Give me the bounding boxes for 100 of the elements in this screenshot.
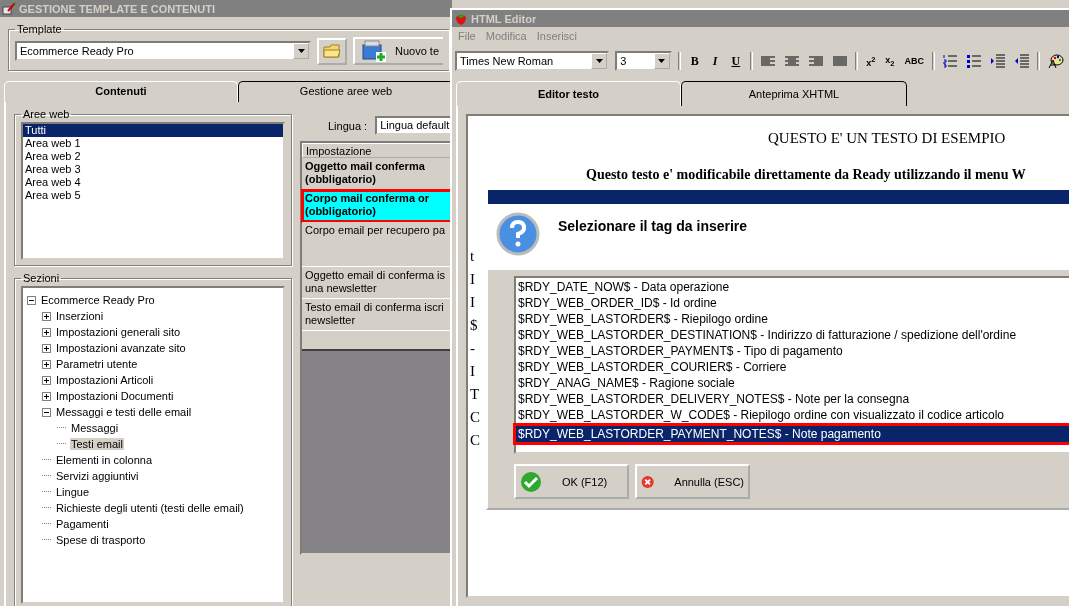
align-icon[interactable] [809, 55, 824, 67]
tree-item[interactable]: Lingue [55, 486, 91, 498]
dropdown-arrow-icon [297, 49, 305, 53]
tab[interactable]: Anteprima XHTML [681, 81, 907, 106]
align-icon[interactable] [761, 55, 776, 67]
table-cell[interactable]: Testo email di conferma iscri newsletter [302, 299, 452, 331]
language-field[interactable]: Lingua default [375, 116, 452, 135]
indent-icon[interactable] [991, 54, 1005, 68]
text-fragment: C [470, 431, 480, 450]
text-fragment: t [470, 247, 475, 266]
expand-icon[interactable] [42, 343, 51, 353]
box-plus-icon [361, 39, 387, 63]
new-template-button[interactable]: Nuovo te [353, 37, 444, 65]
list-item[interactable]: $RDY_WEB_LASTORDER_DELIVERY_NOTES$ - Note per la consegna [516, 391, 1069, 407]
list-item[interactable]: Area web 4 [23, 176, 283, 189]
list-item[interactable]: $RDY_DATE_NOW$ - Data operazione [516, 279, 1069, 295]
list-item[interactable]: $RDY_WEB_LASTORDER_PAYMENT_NOTES$ - Note pagamento [516, 426, 1069, 442]
tree-item[interactable]: Testi email [70, 438, 124, 450]
collapse-icon[interactable] [27, 295, 36, 305]
size-dropdown[interactable]: 3 [615, 51, 672, 71]
collapse-icon[interactable] [42, 407, 51, 417]
list-item[interactable]: $RDY_WEB_LASTORDER_W_CODE$ - Riepilogo ordine con visualizzato il codice articolo [516, 407, 1069, 423]
folder-icon [323, 43, 341, 59]
numbered-list-icon[interactable] [943, 54, 957, 68]
tree-item[interactable]: Parametri utente [55, 358, 139, 370]
list-item[interactable]: Area web 2 [23, 150, 283, 163]
table-cell[interactable]: Corpo email per recupero pa [302, 222, 452, 267]
text-fragment: I [470, 362, 475, 381]
list-item[interactable]: $RDY_WEB_LASTORDER_DESTINATION$ - Indirizzo di fatturazione / spedizione dell'ordine [516, 327, 1069, 343]
script-button[interactable]: x$^{2}$ [864, 54, 878, 68]
ok-button[interactable]: OK (F12) [514, 464, 629, 499]
tree-item[interactable]: Messaggi [70, 422, 120, 434]
dropdown-arrow-icon [658, 59, 666, 63]
tree-item[interactable]: Pagamenti [55, 518, 110, 530]
checkmark-icon [520, 470, 542, 493]
language-label: Lingua : [328, 119, 368, 132]
table-cell[interactable]: Oggetto mail conferma (obbligatorio) [302, 158, 452, 190]
text-fragment: T [470, 385, 480, 404]
list-item[interactable]: Area web 5 [23, 189, 283, 202]
text-fragment: $ [470, 316, 478, 335]
align-icon[interactable] [833, 55, 848, 67]
question-icon [496, 212, 540, 256]
expand-icon[interactable] [42, 391, 51, 401]
list-item[interactable]: Tutti [23, 124, 283, 137]
list-item[interactable]: $RDY_WEB_ORDER_ID$ - Id ordine [516, 295, 1069, 311]
format-button[interactable]: B [686, 53, 703, 69]
format-button[interactable]: I [708, 53, 722, 69]
align-icon[interactable] [785, 55, 800, 67]
tree-item[interactable]: Richieste degli utenti (testi delle email) [55, 502, 245, 514]
expand-icon[interactable] [42, 359, 51, 369]
document-heading: QUESTO E' UN TESTO DI ESEMPIO [768, 130, 1007, 147]
window-title: HTML Editor [471, 12, 537, 25]
expand-icon[interactable] [42, 327, 51, 337]
bullet-list-icon[interactable] [967, 54, 981, 68]
expand-icon[interactable] [42, 311, 51, 321]
text-fragment: I [470, 270, 475, 289]
palette-icon[interactable] [1048, 53, 1064, 69]
table-cell[interactable]: Corpo mail conferma or (obbligatorio) [302, 190, 452, 222]
tree-item[interactable]: Impostazioni Articoli [55, 374, 155, 386]
tree-item[interactable]: Spese di trasporto [55, 534, 147, 546]
tab[interactable]: Contenuti [4, 81, 238, 102]
tab[interactable]: Editor testo [456, 81, 681, 106]
open-folder-button[interactable] [317, 37, 347, 65]
group-label: Template [16, 23, 63, 35]
window-title: GESTIONE TEMPLATE E CONTENUTI [19, 2, 215, 15]
tree-item[interactable]: Messaggi e testi delle email [55, 406, 193, 418]
list-item[interactable]: Area web 1 [23, 137, 283, 150]
list-item[interactable]: Area web 3 [23, 163, 283, 176]
list-item[interactable]: $RDY_WEB_LASTORDER$ - Riepilogo ordine [516, 311, 1069, 327]
tree-item[interactable]: Impostazioni Documenti [55, 390, 175, 402]
text-fragment: I [470, 293, 475, 312]
strawberry-icon [454, 11, 468, 26]
dialog-title: Selezionare il tag da inserire [558, 218, 748, 234]
group-label: Aree web [22, 108, 71, 120]
tree-item[interactable]: Impostazioni avanzate sito [55, 342, 187, 354]
expand-icon[interactable] [42, 375, 51, 385]
group-label: Sezioni [22, 272, 61, 284]
list-item[interactable]: $RDY_ANAG_NAME$ - Ragione sociale [516, 375, 1069, 391]
script-button[interactable]: x$_{2}$ [883, 54, 897, 68]
document-paragraph: Questo testo e' modificabile direttamente da Ready utilizzando il menu W [586, 167, 1027, 183]
tree-item[interactable]: Servizi aggiuntivi [55, 470, 140, 482]
list-item[interactable]: $RDY_WEB_LASTORDER_COURIER$ - Corriere [516, 359, 1069, 375]
tree-item[interactable]: Impostazioni generali sito [55, 326, 182, 338]
list-item[interactable]: $RDY_WEB_LASTORDER_PAYMENT$ - Tipo di pagamento [516, 343, 1069, 359]
tree-item[interactable]: Elementi in colonna [55, 454, 153, 466]
tree-item[interactable]: Ecommerce Ready Pro [40, 294, 156, 306]
column-header: Impostazione [302, 143, 452, 158]
font-dropdown[interactable]: Times New Roman [455, 51, 610, 71]
template-dropdown[interactable]: Ecommerce Ready Pro [15, 41, 311, 61]
cancel-button[interactable]: Annulla (ESC) [635, 464, 750, 499]
text-fragment: - [470, 339, 475, 358]
format-button[interactable]: U [727, 53, 745, 69]
outdent-icon[interactable] [1015, 54, 1029, 68]
table-cell[interactable]: Oggetto email di conferma is una newsletter [302, 267, 452, 299]
text-fragment: C [470, 408, 480, 427]
tree-item[interactable]: Inserzioni [55, 310, 105, 322]
tab[interactable]: Gestione aree web [238, 81, 452, 102]
app-icon [2, 1, 16, 16]
dropdown-arrow-icon [595, 59, 603, 63]
script-button[interactable]: ABC [902, 56, 926, 66]
